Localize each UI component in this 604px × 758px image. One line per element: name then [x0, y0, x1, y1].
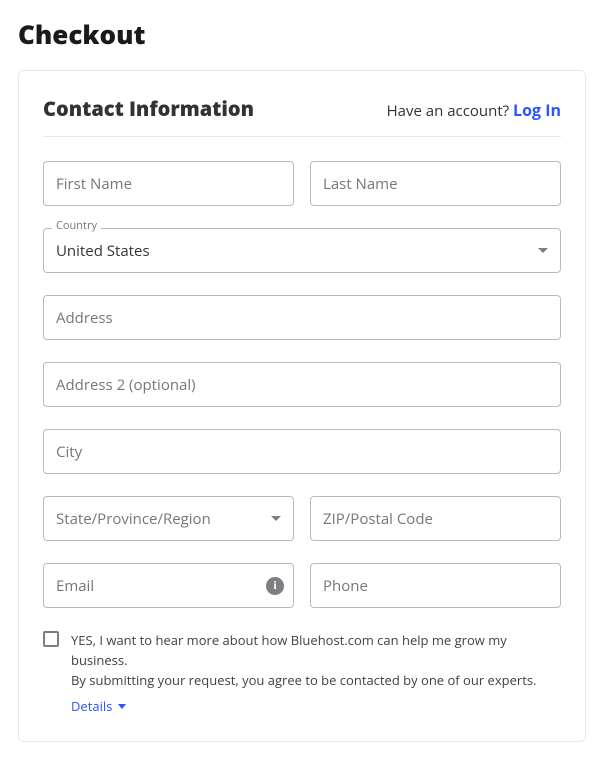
country-select[interactable]: United States	[43, 228, 561, 273]
chevron-down-icon	[118, 704, 126, 709]
state-select[interactable]: State/Province/Region	[43, 496, 294, 541]
account-prompt: Have an account? Log In	[387, 99, 561, 121]
address-input[interactable]	[43, 295, 561, 340]
info-icon[interactable]: i	[266, 577, 284, 595]
optin-line2: By submitting your request, you agree to…	[71, 671, 536, 689]
city-input[interactable]	[43, 429, 561, 474]
optin-text: YES, I want to hear more about how Blueh…	[71, 630, 561, 717]
country-value: United States	[56, 241, 150, 261]
details-label: Details	[71, 696, 112, 716]
account-question: Have an account?	[387, 101, 513, 121]
contact-card: Contact Information Have an account? Log…	[18, 70, 586, 742]
login-link[interactable]: Log In	[513, 99, 561, 121]
phone-input[interactable]	[310, 563, 561, 608]
details-toggle[interactable]: Details	[71, 696, 126, 716]
first-name-input[interactable]	[43, 161, 294, 206]
country-label: Country	[52, 220, 101, 231]
optin-line1: YES, I want to hear more about how Blueh…	[71, 631, 507, 669]
zip-input[interactable]	[310, 496, 561, 541]
email-input[interactable]	[43, 563, 294, 608]
page-title: Checkout	[18, 16, 586, 52]
chevron-down-icon	[271, 516, 281, 521]
card-header: Contact Information Have an account? Log…	[43, 95, 561, 137]
address2-input[interactable]	[43, 362, 561, 407]
state-placeholder: State/Province/Region	[56, 509, 211, 529]
optin-checkbox[interactable]	[43, 631, 59, 647]
last-name-input[interactable]	[310, 161, 561, 206]
chevron-down-icon	[538, 248, 548, 253]
section-title: Contact Information	[43, 95, 254, 122]
